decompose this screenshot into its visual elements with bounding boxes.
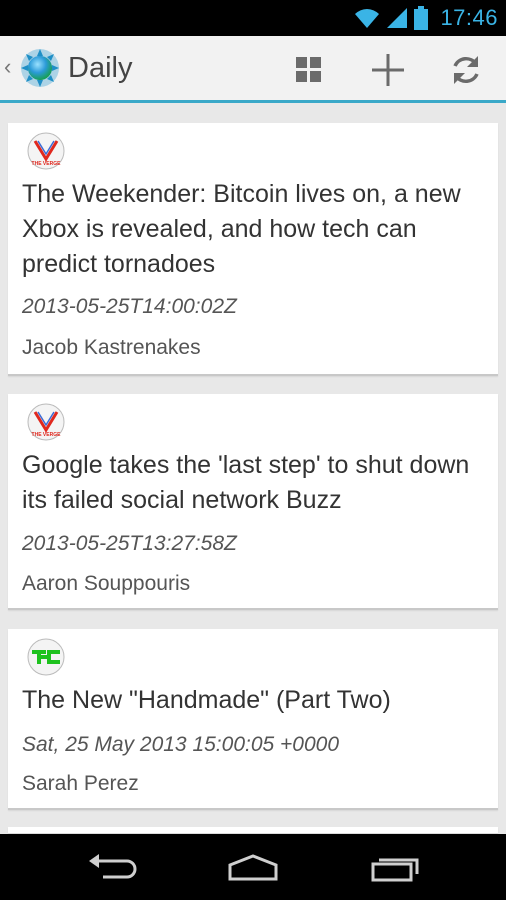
grid-icon bbox=[296, 57, 321, 82]
navigation-bar bbox=[0, 834, 506, 900]
article-date: Sat, 25 May 2013 15:00:05 +0000 bbox=[22, 733, 339, 756]
article-author: Jacob Kastrenakes bbox=[22, 336, 201, 359]
app-logo-icon[interactable] bbox=[20, 48, 60, 88]
techcrunch-logo-icon bbox=[27, 638, 65, 676]
article-date: 2013-05-25T13:27:58Z bbox=[22, 532, 237, 555]
article-list[interactable]: THE VERGE The Weekender: Bitcoin lives o… bbox=[0, 103, 506, 833]
clock: 17:46 bbox=[440, 5, 498, 30]
up-caret-icon[interactable]: ‹ bbox=[4, 54, 11, 80]
article-card[interactable]: THE VERGE Google takes the 'last step' t… bbox=[8, 394, 498, 610]
svg-text:THE VERGE: THE VERGE bbox=[32, 432, 62, 438]
article-headline[interactable]: Google takes the 'last step' to shut dow… bbox=[22, 448, 482, 518]
article-headline[interactable]: The New "Handmade" (Part Two) bbox=[22, 683, 482, 718]
action-bar: ‹ Daily bbox=[0, 36, 506, 103]
grid-view-button[interactable] bbox=[289, 50, 329, 90]
refresh-button[interactable] bbox=[446, 50, 486, 90]
article-date: 2013-05-25T14:00:02Z bbox=[22, 295, 237, 318]
add-button[interactable] bbox=[368, 50, 408, 90]
recents-button[interactable] bbox=[360, 848, 430, 888]
the-verge-logo-icon: THE VERGE bbox=[27, 403, 65, 441]
plus-icon bbox=[372, 54, 404, 86]
article-card[interactable]: The New "Handmade" (Part Two) Sat, 25 Ma… bbox=[8, 629, 498, 810]
article-card-partial[interactable] bbox=[8, 827, 498, 833]
article-headline[interactable]: The Weekender: Bitcoin lives on, a new X… bbox=[22, 177, 482, 282]
article-author: Sarah Perez bbox=[22, 772, 139, 795]
battery-icon bbox=[414, 6, 429, 30]
refresh-icon bbox=[453, 56, 479, 84]
status-icons: 17:46 bbox=[354, 4, 498, 32]
home-button[interactable] bbox=[218, 848, 288, 888]
status-bar: 17:46 bbox=[0, 0, 506, 36]
svg-text:THE VERGE: THE VERGE bbox=[32, 161, 62, 167]
recents-icon bbox=[371, 858, 419, 882]
home-icon bbox=[228, 854, 278, 881]
article-card[interactable]: THE VERGE The Weekender: Bitcoin lives o… bbox=[8, 123, 498, 376]
back-button[interactable] bbox=[77, 848, 147, 888]
signal-icon bbox=[387, 8, 408, 28]
app-title: Daily bbox=[68, 52, 133, 84]
wifi-icon bbox=[355, 9, 380, 28]
back-icon bbox=[89, 854, 137, 879]
article-author: Aaron Souppouris bbox=[22, 572, 191, 595]
the-verge-logo-icon: THE VERGE bbox=[27, 132, 65, 170]
